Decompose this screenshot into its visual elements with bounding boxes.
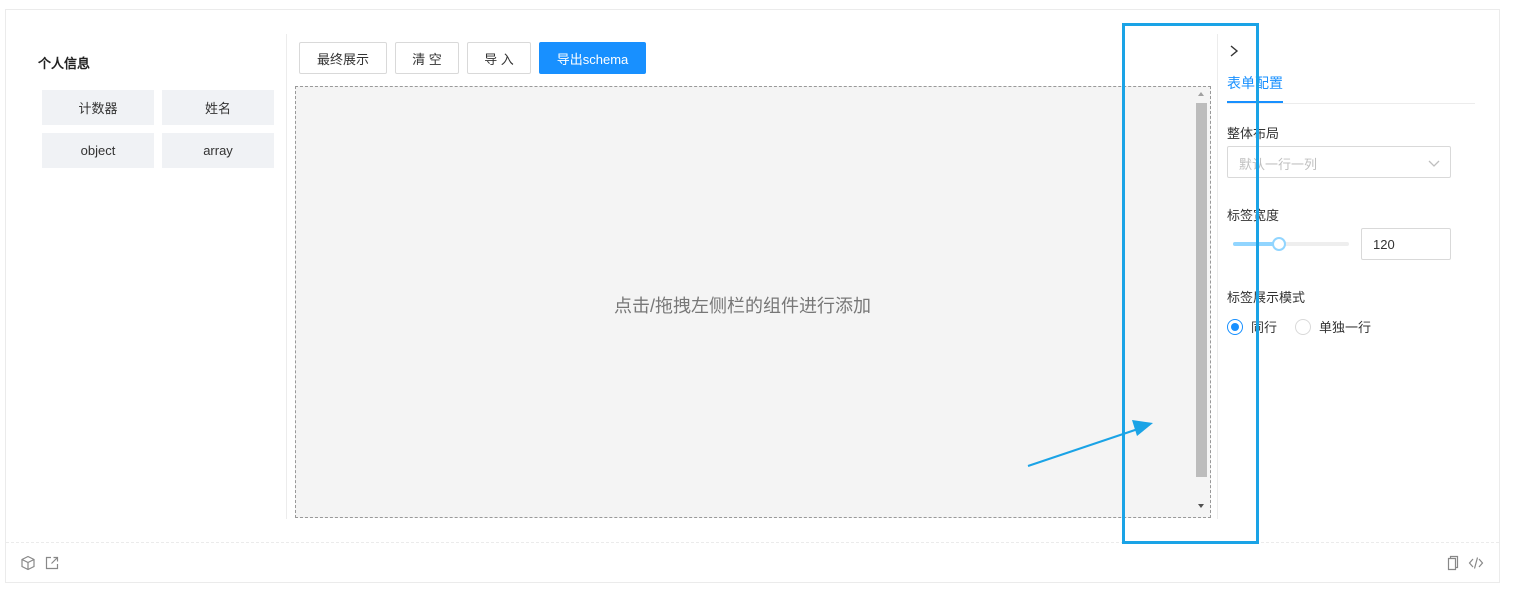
- scroll-down-arrow-icon[interactable]: [1198, 504, 1204, 508]
- radio-inline[interactable]: 同行: [1227, 317, 1277, 336]
- label-width-label: 标签宽度: [1227, 208, 1280, 223]
- palette-item-name[interactable]: 姓名: [162, 90, 274, 125]
- slider-handle[interactable]: [1272, 237, 1287, 251]
- palette-item-object[interactable]: object: [42, 133, 154, 168]
- tab-form-config[interactable]: 表单配置: [1227, 73, 1283, 93]
- copy-icon[interactable]: [1444, 555, 1460, 571]
- label-mode-label: 标签展示模式: [1227, 290, 1306, 305]
- palette-item-array[interactable]: array: [162, 133, 274, 168]
- final-display-button[interactable]: 最终展示: [299, 42, 387, 74]
- chevron-right-icon[interactable]: [1226, 42, 1242, 60]
- import-button[interactable]: 导 入: [467, 42, 531, 74]
- label-width-input[interactable]: [1361, 228, 1451, 260]
- radio-separate-line[interactable]: 单独一行: [1295, 317, 1371, 336]
- settings-divider: [1217, 34, 1218, 519]
- layout-label: 整体布局: [1227, 126, 1280, 141]
- canvas-scrollbar[interactable]: [1194, 88, 1209, 516]
- radio-separate-line-label: 单独一行: [1319, 320, 1372, 335]
- layout-select[interactable]: 默认一行一列: [1227, 146, 1451, 178]
- form-canvas[interactable]: 点击/拖拽左侧栏的组件进行添加: [295, 86, 1211, 518]
- chevron-down-icon: [1428, 160, 1440, 167]
- external-link-icon[interactable]: [44, 555, 60, 571]
- layout-select-placeholder: 默认一行一列: [1239, 157, 1318, 172]
- export-schema-button[interactable]: 导出schema: [539, 42, 646, 74]
- tabs-divider: [1227, 103, 1475, 104]
- radio-inline-label: 同行: [1251, 320, 1278, 335]
- cube-icon[interactable]: [20, 555, 36, 571]
- scroll-thumb[interactable]: [1196, 103, 1207, 477]
- component-palette: 个人信息 计数器 姓名 object array: [6, 34, 287, 519]
- radio-inline-circle[interactable]: [1227, 318, 1243, 335]
- radio-separate-line-circle[interactable]: [1295, 318, 1311, 335]
- palette-item-counter[interactable]: 计数器: [42, 90, 154, 125]
- palette-group-title: 个人信息: [38, 56, 91, 71]
- label-width-slider[interactable]: [1233, 236, 1349, 252]
- clear-button[interactable]: 清 空: [395, 42, 459, 74]
- scroll-up-arrow-icon[interactable]: [1198, 92, 1204, 96]
- footer-divider: [6, 542, 1499, 543]
- code-icon[interactable]: [1468, 555, 1484, 571]
- canvas-empty-hint: 点击/拖拽左侧栏的组件进行添加: [614, 296, 871, 316]
